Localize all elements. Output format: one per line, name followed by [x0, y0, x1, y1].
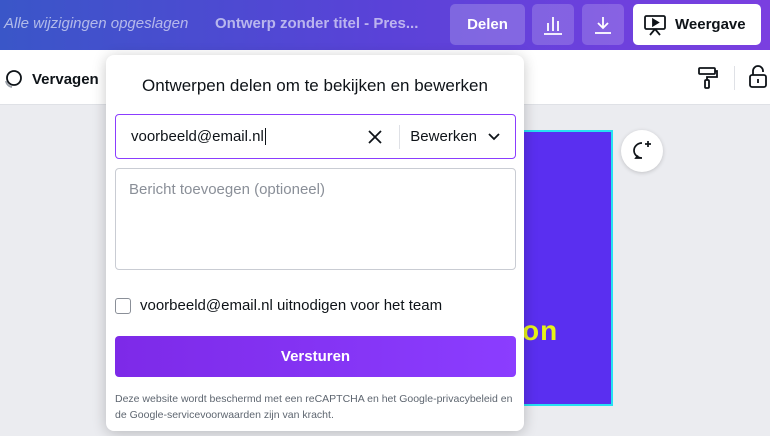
- download-button[interactable]: [582, 4, 624, 45]
- blur-button[interactable]: Vervagen: [2, 68, 99, 90]
- present-button[interactable]: Weergave: [633, 4, 761, 45]
- add-comment-icon: [633, 141, 651, 159]
- invite-team-checkbox[interactable]: [115, 297, 131, 314]
- send-button[interactable]: Versturen: [115, 336, 516, 377]
- design-text[interactable]: on: [522, 315, 558, 347]
- copy-style-button[interactable]: [697, 66, 719, 95]
- save-status: Alle wijzigingen opgeslagen: [4, 15, 189, 32]
- lock-button[interactable]: [748, 65, 768, 94]
- document-title[interactable]: Ontwerp zonder titel - Pres...: [215, 15, 418, 32]
- blur-label: Vervagen: [32, 70, 99, 88]
- email-input[interactable]: voorbeeld@email.nl: [131, 128, 359, 146]
- share-dialog: Ontwerpen delen om te bekijken en bewerk…: [106, 55, 524, 431]
- top-bar: Alle wijzigingen opgeslagen Ontwerp zond…: [0, 0, 770, 50]
- email-input-value: voorbeeld@email.nl: [131, 127, 264, 145]
- add-comment-button[interactable]: [621, 130, 663, 172]
- clear-email-button[interactable]: [359, 121, 391, 153]
- invite-team-label: voorbeeld@email.nl uitnodigen voor het t…: [140, 297, 443, 314]
- invite-team-row[interactable]: voorbeeld@email.nl uitnodigen voor het t…: [115, 297, 442, 314]
- present-button-label: Weergave: [675, 16, 746, 33]
- blur-icon: [5, 70, 22, 88]
- insights-button[interactable]: [532, 4, 574, 45]
- permission-label: Bewerken: [410, 128, 477, 145]
- paint-roller-icon: [698, 67, 718, 89]
- presentation-screen-icon: [644, 14, 666, 36]
- lock-icon: [749, 65, 767, 88]
- text-caret: [264, 128, 266, 146]
- download-icon: [595, 16, 611, 34]
- recaptcha-notice: Deze website wordt beschermd met een reC…: [115, 393, 513, 421]
- toolbar-divider: [734, 66, 735, 90]
- share-dialog-title: Ontwerpen delen om te bekijken en bewerk…: [142, 76, 488, 95]
- message-placeholder: Bericht toevoegen (optioneel): [129, 181, 325, 198]
- close-icon: [368, 129, 382, 144]
- design-page[interactable]: on: [515, 130, 613, 406]
- chevron-down-icon: [488, 132, 500, 140]
- message-textarea[interactable]: Bericht toevoegen (optioneel): [115, 168, 516, 270]
- send-button-label: Versturen: [280, 348, 351, 365]
- permission-select[interactable]: Bewerken: [400, 128, 515, 145]
- share-button[interactable]: Delen: [450, 4, 525, 45]
- bar-chart-icon: [544, 16, 562, 35]
- email-input-row[interactable]: voorbeeld@email.nl Bewerken: [115, 114, 516, 159]
- share-button-label: Delen: [467, 16, 508, 33]
